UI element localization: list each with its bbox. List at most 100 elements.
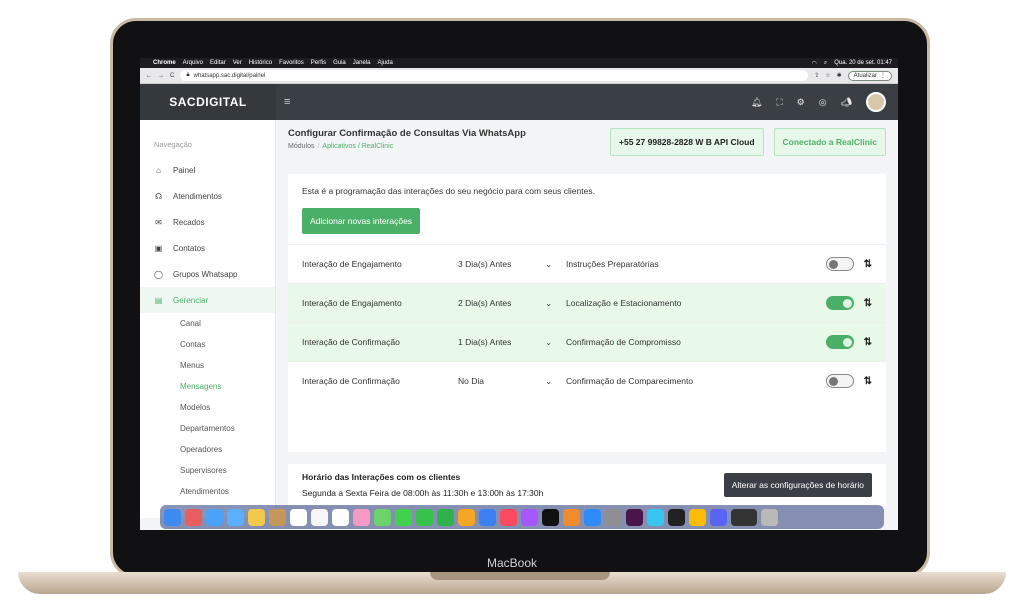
sidebar-subitem-mensagens[interactable]: Mensagens bbox=[140, 376, 275, 397]
app-icon[interactable] bbox=[269, 508, 286, 526]
reminders-icon[interactable] bbox=[332, 508, 349, 526]
sort-icon[interactable]: ⇅ bbox=[864, 298, 872, 309]
mac-menu-item[interactable]: Guia bbox=[333, 60, 346, 66]
enable-toggle[interactable] bbox=[825, 296, 854, 310]
wifi-icon[interactable]: ◠ bbox=[812, 60, 817, 67]
messages-icon[interactable] bbox=[395, 508, 412, 526]
breadcrumb-link[interactable]: Aplicativos / RealClinic bbox=[322, 143, 393, 150]
app-store-icon[interactable] bbox=[584, 508, 601, 526]
keynote-icon[interactable] bbox=[479, 508, 496, 526]
timing-value: 1 Dia(s) Antes bbox=[458, 337, 512, 347]
hamburger-menu-icon[interactable]: ≡ bbox=[284, 96, 290, 108]
search-icon[interactable]: ⌕ bbox=[824, 60, 827, 67]
launchpad-icon[interactable] bbox=[185, 508, 202, 526]
mac-menu-item[interactable]: Ver bbox=[233, 60, 242, 66]
enable-toggle[interactable] bbox=[825, 335, 854, 349]
facetime-icon[interactable] bbox=[416, 508, 433, 526]
mac-menu-item[interactable]: Chrome bbox=[153, 60, 176, 66]
back-icon[interactable]: ← bbox=[146, 73, 152, 79]
fullscreen-icon[interactable]: ⛶ bbox=[776, 97, 782, 108]
change-hours-button[interactable]: Alterar as configurações de horário bbox=[723, 473, 872, 497]
interaction-row: Interação de Confirmação 1 Dia(s) Antes ⌄… bbox=[288, 322, 886, 361]
system-settings-icon[interactable] bbox=[605, 508, 622, 526]
share-icon[interactable]: ⇪ bbox=[814, 72, 819, 79]
mac-menu-item[interactable]: Editar bbox=[210, 60, 226, 66]
bookmark-star-icon[interactable]: ☆ bbox=[825, 72, 830, 79]
mac-menu-item[interactable]: Perfis bbox=[311, 60, 326, 66]
app-icon[interactable] bbox=[248, 508, 265, 526]
sidebar-item-contatos[interactable]: ▣ Contatos bbox=[140, 235, 275, 261]
chevron-down-icon: ⌄ bbox=[545, 337, 552, 347]
sidebar-item-painel[interactable]: ⌂ Painel bbox=[140, 157, 275, 183]
sidebar-subitem-contas[interactable]: Contas bbox=[140, 334, 275, 355]
sidebar-subitem-menus[interactable]: Menus bbox=[140, 355, 275, 376]
finder-icon[interactable] bbox=[164, 508, 181, 526]
sidebar-subitem-operadores[interactable]: Operadores bbox=[140, 439, 275, 460]
reload-icon[interactable]: C bbox=[170, 73, 174, 79]
sidebar-subitem-canal[interactable]: Canal bbox=[140, 313, 275, 334]
hours-card: Horário das Interações com os clientes S… bbox=[288, 464, 886, 506]
timing-select[interactable]: 2 Dia(s) Antes ⌄ bbox=[458, 298, 566, 308]
discord-icon[interactable] bbox=[710, 508, 727, 526]
sidebar-item-recados[interactable]: ✉ Recados bbox=[140, 209, 275, 235]
app-icon[interactable] bbox=[647, 508, 664, 526]
numbers-icon[interactable] bbox=[437, 508, 454, 526]
address-bar[interactable]: 🔒︎ whatsapp.sac.digital/painel bbox=[180, 70, 809, 81]
terminal-icon[interactable] bbox=[668, 508, 685, 526]
interaction-message: Instruções Preparatórias bbox=[566, 259, 659, 269]
mac-clock[interactable]: Qua. 20 de set. 01:47 bbox=[834, 60, 892, 66]
safari-icon[interactable] bbox=[227, 508, 244, 526]
enable-toggle[interactable] bbox=[825, 374, 854, 388]
sidebar-subitem-departamentos[interactable]: Departamentos bbox=[140, 418, 275, 439]
slack-icon[interactable] bbox=[626, 508, 643, 526]
mac-menu-item[interactable]: Favoritos bbox=[279, 60, 304, 66]
sidebar-subitem-supervisores[interactable]: Supervisores bbox=[140, 460, 275, 481]
books-icon[interactable] bbox=[563, 508, 580, 526]
update-browser-button[interactable]: Atualizar ⋮ bbox=[847, 70, 892, 81]
app-logo[interactable]: SACDIGITAL bbox=[140, 84, 276, 120]
podcasts-icon[interactable] bbox=[521, 508, 538, 526]
timing-select[interactable]: 1 Dia(s) Antes ⌄ bbox=[458, 337, 566, 347]
window-icon[interactable] bbox=[731, 508, 757, 526]
pages-icon[interactable] bbox=[458, 508, 475, 526]
breadcrumb: Módulos / Aplicativos / RealClinic bbox=[288, 143, 526, 150]
database-icon: ▤ bbox=[154, 295, 163, 305]
sort-icon[interactable]: ⇅ bbox=[864, 259, 872, 270]
mac-menu-item[interactable]: Ajuda bbox=[377, 60, 392, 66]
photos-icon[interactable] bbox=[353, 508, 370, 526]
music-icon[interactable] bbox=[500, 508, 517, 526]
sidebar-item-label: Contatos bbox=[173, 243, 206, 253]
breadcrumb-root[interactable]: Módulos bbox=[288, 143, 314, 150]
trash-icon[interactable] bbox=[761, 508, 778, 526]
mail-icon[interactable] bbox=[206, 508, 223, 526]
sidebar-item-gerenciar[interactable]: ▤ Gerenciar bbox=[140, 287, 275, 313]
sort-icon[interactable]: ⇅ bbox=[864, 337, 872, 348]
timing-select[interactable]: No Dia ⌄ bbox=[458, 376, 566, 386]
chrome-icon[interactable] bbox=[689, 508, 706, 526]
tv-icon[interactable] bbox=[542, 508, 559, 526]
forward-icon[interactable]: → bbox=[158, 73, 164, 79]
sort-icon[interactable]: ⇅ bbox=[864, 376, 872, 387]
enable-toggle[interactable] bbox=[825, 257, 854, 271]
whatsapp-header-icon[interactable]: ◎ bbox=[819, 97, 827, 108]
notes-icon[interactable] bbox=[311, 508, 328, 526]
extensions-icon[interactable]: ✱ bbox=[837, 72, 842, 79]
calendar-icon[interactable] bbox=[290, 508, 307, 526]
sidebar-item-grupos-whatsapp[interactable]: ◯ Grupos Whatsapp bbox=[140, 261, 275, 287]
mac-menu-item[interactable]: Janela bbox=[353, 60, 371, 66]
timing-select[interactable]: 3 Dia(s) Antes ⌄ bbox=[458, 259, 566, 269]
toggle-knob bbox=[828, 377, 838, 386]
sidebar-subitem-atendimentos[interactable]: Atendimentos bbox=[140, 481, 275, 502]
phone-number-badge[interactable]: +55 27 99828-2828 W B API Cloud bbox=[610, 128, 764, 156]
sidebar-item-atendimentos[interactable]: ☊ Atendimentos bbox=[140, 183, 275, 209]
sidebar-subitem-modelos[interactable]: Modelos bbox=[140, 397, 275, 418]
notification-bell-icon[interactable]: 🔔︎ bbox=[751, 97, 762, 108]
avatar[interactable] bbox=[866, 92, 886, 112]
mac-menu-item[interactable]: Arquivo bbox=[183, 60, 203, 66]
mac-menu-item[interactable]: Histórico bbox=[249, 60, 272, 66]
megaphone-icon[interactable]: 📣︎ bbox=[841, 97, 852, 108]
add-interactions-button[interactable]: Adicionar novas interações bbox=[302, 208, 421, 234]
connection-status-badge[interactable]: Conectado a RealClinic bbox=[773, 128, 886, 156]
settings-icon[interactable]: ⚙ bbox=[797, 97, 805, 108]
maps-icon[interactable] bbox=[374, 508, 391, 526]
